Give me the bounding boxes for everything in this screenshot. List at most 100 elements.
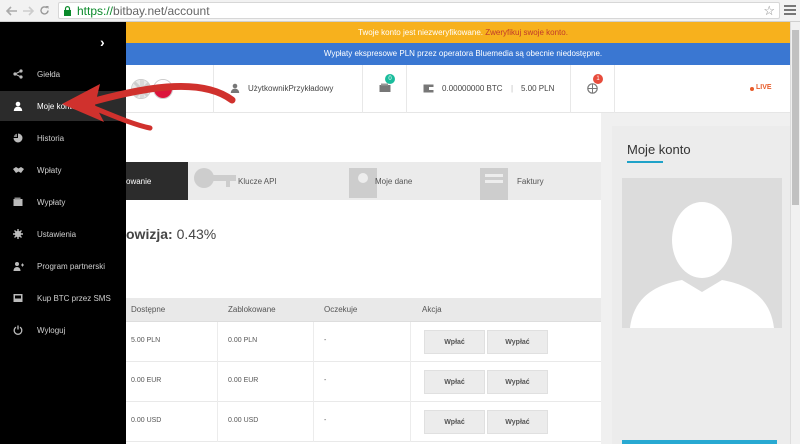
pending-cell: - [324, 377, 327, 384]
sidebar-item-wyloguj[interactable]: Wyloguj [0, 315, 126, 345]
chevron-right-icon[interactable]: › [100, 34, 105, 50]
handshake-icon [12, 164, 24, 176]
tab-label: owanie [126, 176, 152, 186]
pending-cell: - [324, 337, 327, 344]
title-underline [627, 161, 663, 163]
table-row: 0.00 USD 0.00 USD - Wpłać Wypłać [126, 402, 601, 442]
partners-icon [12, 260, 24, 272]
sidebar-item-label: Program partnerski [37, 261, 106, 271]
verify-account-link[interactable]: Zweryfikuj swoje konto. [485, 28, 568, 37]
avatar[interactable] [622, 178, 782, 328]
info-text: Wypłaty ekspresowe PLN przez operatora B… [323, 49, 603, 58]
wallet-icon [12, 196, 24, 208]
column-header: Dostępne [131, 305, 166, 314]
sidebar-item-gielda[interactable]: Giełda [0, 59, 126, 89]
tab-settings[interactable]: owanie [126, 162, 188, 200]
column-header: Oczekuje [324, 305, 358, 314]
available-cell: 0.00 USD [131, 417, 162, 424]
balance-separator: | [511, 84, 514, 93]
phone-icon [12, 292, 24, 304]
reload-icon [39, 6, 49, 15]
browser-menu-button[interactable] [784, 3, 796, 17]
address-bar[interactable]: https://bitbay.net/account ☆ [58, 2, 780, 19]
arrow-right-icon [23, 5, 34, 16]
sidebar-item-label: Giełda [37, 69, 61, 79]
user-icon [230, 83, 240, 93]
withdraw-button[interactable]: Wypłać [487, 410, 548, 434]
sidebar-item-label: Kup BTC przez SMS [37, 293, 111, 303]
blocked-cell: 0.00 EUR [228, 377, 259, 384]
pie-chart-icon [12, 132, 24, 144]
sidebar-item-label: Historia [37, 133, 65, 143]
browser-toolbar: https://bitbay.net/account ☆ [0, 0, 800, 22]
commission-value: 0.43% [176, 226, 217, 242]
url-scheme: https:// [77, 3, 114, 18]
tab-my-data[interactable]: Moje dane [325, 162, 462, 200]
table-row: 5.00 PLN 0.00 PLN - Wpłać Wypłać [126, 322, 601, 362]
sidebar-item-historia[interactable]: Historia [0, 123, 126, 153]
profile-panel: Moje konto [612, 126, 790, 444]
sidebar-item-moje-konto[interactable]: Moje konto [0, 91, 126, 121]
pending-cell: - [324, 417, 327, 424]
commission-info: owizja: 0.43% [126, 226, 216, 242]
notification-badge: 1 [593, 74, 603, 84]
blocked-cell: 0.00 PLN [228, 337, 258, 344]
wallet-badge: 0 [385, 74, 395, 84]
deposit-button[interactable]: Wpłać [424, 370, 485, 394]
account-tabs: owanie Klucze API Moje dane Faktury [126, 162, 601, 200]
tab-invoices[interactable]: Faktury [462, 162, 601, 200]
available-cell: 0.00 EUR [131, 377, 162, 384]
sidebar-item-kup-btc-sms[interactable]: Kup BTC przez SMS [0, 283, 126, 313]
tab-label: Klucze API [238, 176, 277, 186]
tab-api-keys[interactable]: Klucze API [188, 162, 325, 200]
sidebar-item-label: Wyloguj [37, 325, 66, 335]
flag-uk-icon[interactable] [131, 79, 151, 99]
sidebar-item-ustawienia[interactable]: Ustawienia [0, 219, 126, 249]
sidebar-item-label: Wpłaty [37, 165, 62, 175]
scrollbar-thumb[interactable] [792, 30, 799, 205]
power-icon [12, 324, 24, 336]
globe-icon[interactable] [587, 83, 598, 94]
reload-button[interactable] [36, 3, 52, 19]
username[interactable]: UżytkownikPrzykładowy [248, 84, 333, 93]
sidebar-item-label: Ustawienia [37, 229, 77, 239]
wallet-balance-icon [423, 84, 434, 93]
table-row: 0.00 EUR 0.00 EUR - Wpłać Wypłać [126, 362, 601, 402]
share-icon [12, 68, 24, 80]
sidebar-item-label: Moje konto [37, 101, 77, 111]
user-icon [12, 100, 24, 112]
sidebar-item-wplaty[interactable]: Wpłaty [0, 155, 126, 185]
live-dot [750, 87, 754, 91]
available-cell: 5.00 PLN [131, 337, 161, 344]
verification-text: Twoje konto jest niezweryfikowane. [358, 28, 483, 37]
sidebar: › Giełda Moje konto Historia Wpłaty Wypł… [0, 22, 126, 444]
commission-label: owizja: [126, 226, 173, 242]
gear-icon [12, 228, 24, 240]
sidebar-item-program-partnerski[interactable]: Program partnerski [0, 251, 126, 281]
wallet-icon[interactable] [379, 83, 391, 93]
sidebar-item-label: Wypłaty [37, 197, 66, 207]
column-header: Akcja [422, 305, 442, 314]
balances-table-header: Dostępne Zablokowane Oczekuje Akcja [126, 298, 601, 322]
back-button[interactable] [4, 3, 20, 19]
profile-panel-title: Moje konto [627, 142, 691, 157]
flag-pl-icon[interactable] [153, 79, 173, 99]
arrow-left-icon [6, 5, 17, 16]
withdraw-button[interactable]: Wypłać [487, 330, 548, 354]
live-indicator: LIVE [756, 84, 772, 91]
deposit-button[interactable]: Wpłać [424, 410, 485, 434]
btc-balance: 0.00000000 BTC [442, 84, 503, 93]
lock-icon [64, 5, 71, 16]
sidebar-item-wyplaty[interactable]: Wypłaty [0, 187, 126, 217]
deposit-button[interactable]: Wpłać [424, 330, 485, 354]
panel-footer-bar [622, 440, 777, 444]
info-banner: Wypłaty ekspresowe PLN przez operatora B… [126, 43, 800, 65]
account-topbar: UżytkownikPrzykładowy 0 0.00000000 BTC |… [126, 65, 790, 113]
blocked-cell: 0.00 USD [228, 417, 259, 424]
column-header: Zablokowane [228, 305, 276, 314]
withdraw-button[interactable]: Wypłać [487, 370, 548, 394]
pln-balance: 5.00 PLN [521, 84, 555, 93]
forward-button[interactable] [20, 3, 36, 19]
bookmark-star-icon[interactable]: ☆ [763, 3, 775, 19]
tab-label: Faktury [517, 176, 544, 186]
